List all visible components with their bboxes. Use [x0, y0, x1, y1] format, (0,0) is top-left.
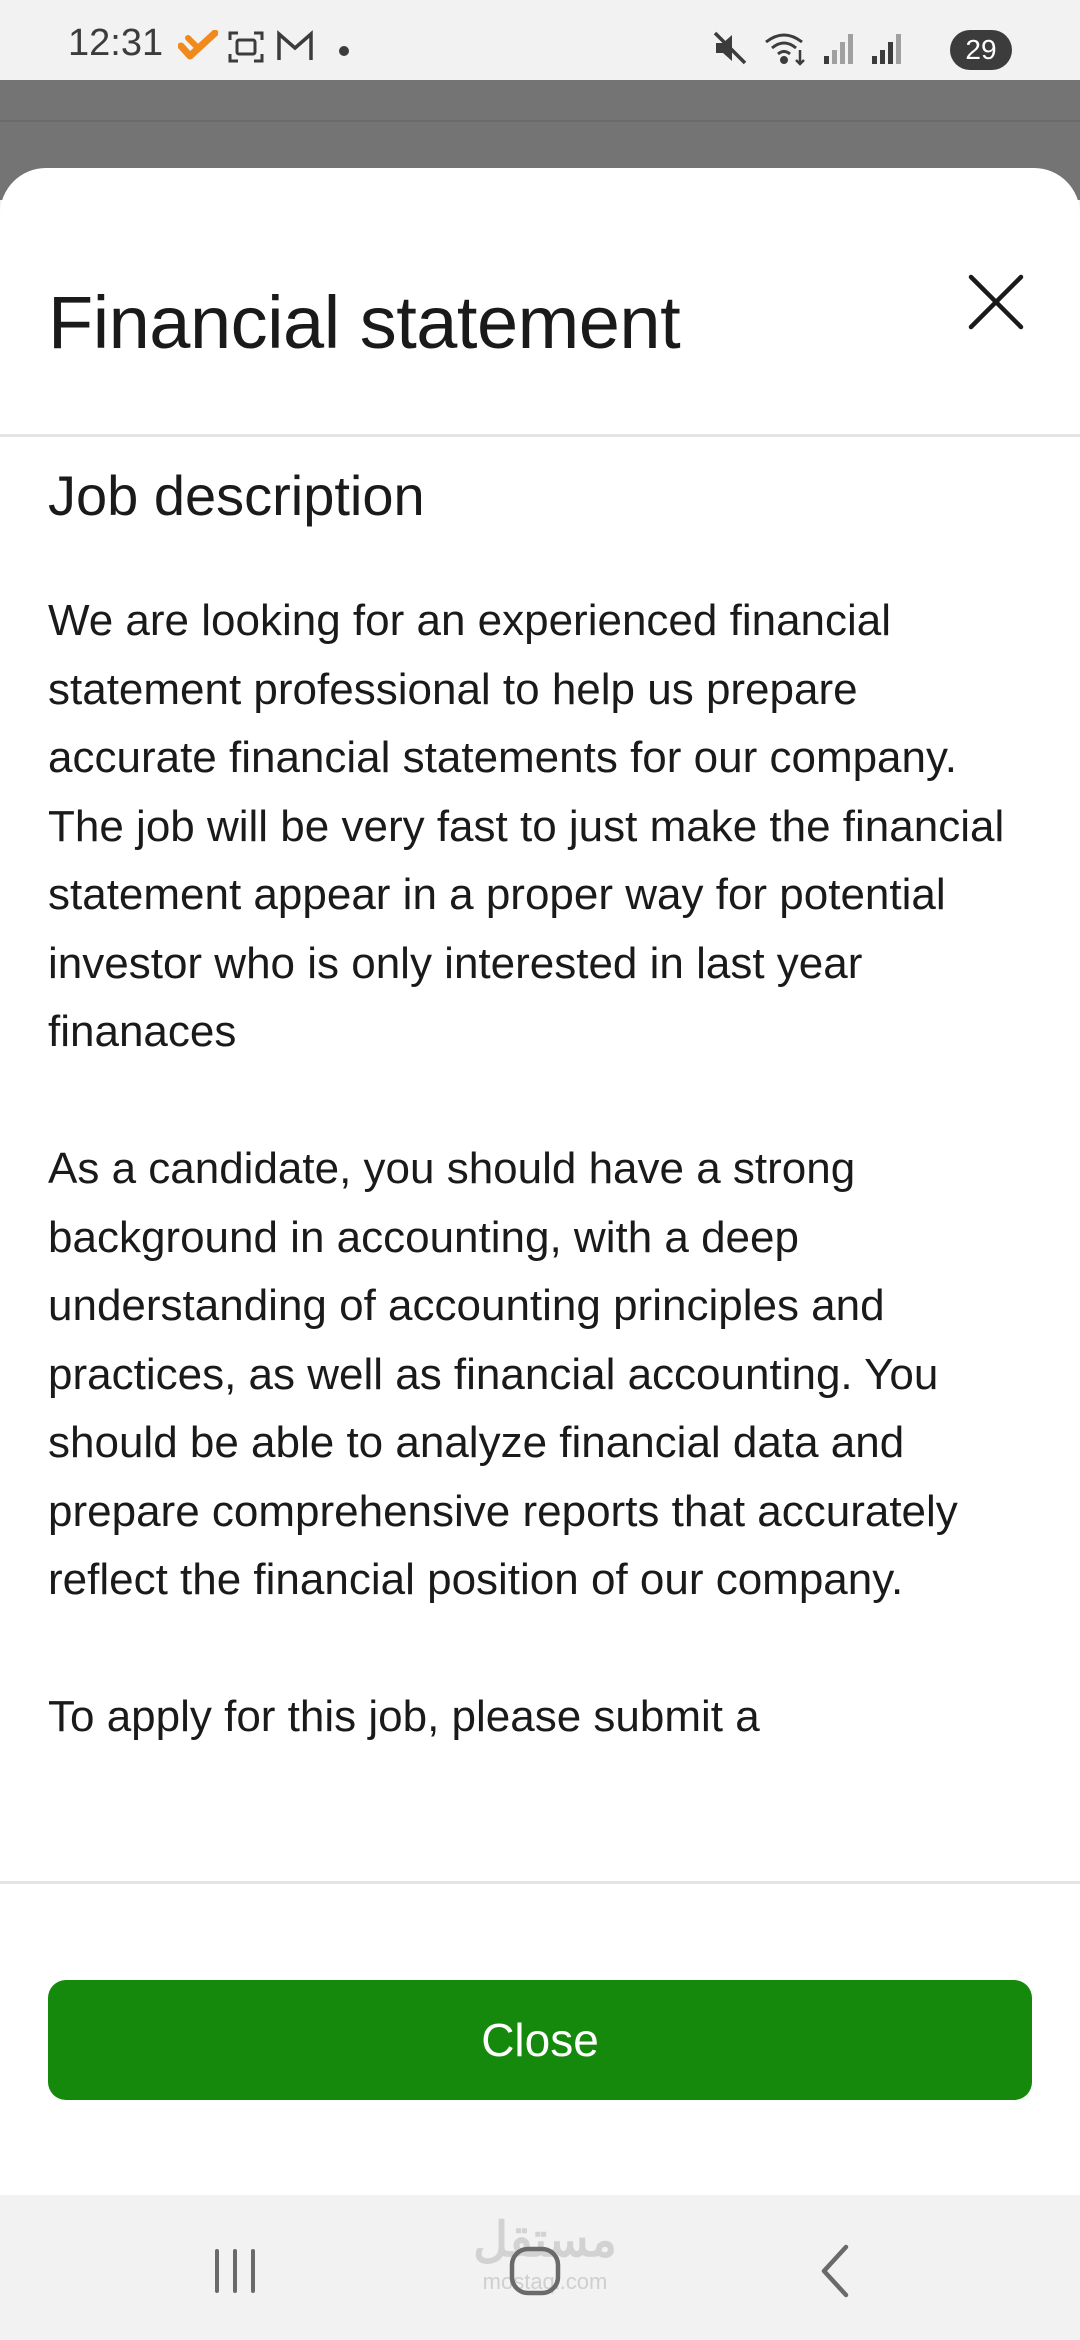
- sheet-title: Financial statement: [48, 281, 681, 364]
- recent-apps-icon[interactable]: [205, 2241, 265, 2301]
- sheet-footer: Close: [0, 1881, 1080, 2195]
- status-time: 12:31: [68, 22, 164, 64]
- navigation-bar: مستقل mostaql.com: [0, 2195, 1080, 2340]
- bottom-sheet: Financial statement Job description We a…: [0, 168, 1080, 2195]
- app-notification-icon: [177, 29, 219, 69]
- home-icon[interactable]: [506, 2241, 566, 2301]
- backdrop-divider: [0, 120, 1080, 122]
- sheet-body[interactable]: Job description We are looking for an ex…: [0, 437, 1080, 1849]
- description-paragraph: We are looking for an experienced financ…: [48, 596, 1005, 1056]
- dot-icon: [338, 44, 350, 62]
- gmail-icon: [276, 30, 314, 67]
- signal-icon: [822, 30, 856, 71]
- description-paragraph: As a candidate, you should have a strong…: [48, 1144, 958, 1604]
- back-icon[interactable]: [808, 2241, 868, 2301]
- wifi-icon: [764, 30, 808, 71]
- close-button[interactable]: Close: [48, 1980, 1032, 2100]
- status-bar: 12:31 29: [0, 0, 1080, 80]
- section-heading: Job description: [48, 464, 425, 527]
- screenshot-icon: [228, 30, 264, 69]
- close-icon[interactable]: [960, 266, 1032, 338]
- job-description: We are looking for an experienced financ…: [48, 587, 1038, 1820]
- battery-badge: 29: [950, 30, 1012, 70]
- mute-icon: [712, 30, 748, 71]
- signal-icon: [870, 30, 904, 71]
- status-right-icons: 29: [712, 30, 1012, 70]
- sheet-header: Financial statement: [0, 168, 1080, 437]
- description-paragraph: To apply for this job, please submit a: [48, 1692, 760, 1741]
